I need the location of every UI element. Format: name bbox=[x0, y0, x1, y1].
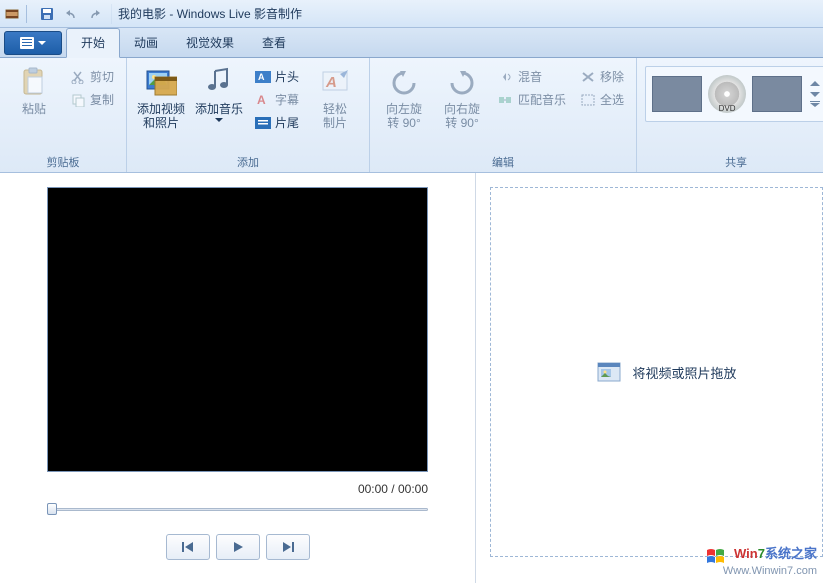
add-media-icon bbox=[145, 66, 177, 98]
group-edit: 向左旋 转 90° 向右旋 转 90° 混音 匹配音乐 移除 bbox=[370, 58, 637, 172]
mix-icon bbox=[498, 69, 514, 85]
content-area: 00:00 / 00:00 将视频或照片拖放 bbox=[0, 173, 823, 583]
watermark: Win7系统之家 Www.Winwin7.com bbox=[706, 546, 817, 579]
copy-icon bbox=[70, 92, 86, 108]
mix-button[interactable]: 混音 bbox=[494, 66, 570, 87]
copy-button[interactable]: 复制 bbox=[66, 89, 118, 110]
cut-button[interactable]: 剪切 bbox=[66, 66, 118, 87]
tab-view[interactable]: 查看 bbox=[248, 29, 300, 57]
add-music-icon bbox=[203, 66, 235, 98]
app-menu-button[interactable] bbox=[4, 31, 62, 55]
next-frame-button[interactable] bbox=[266, 534, 310, 560]
group-label-share: 共享 bbox=[645, 152, 823, 170]
caption-label: 字幕 bbox=[275, 91, 299, 108]
seek-track bbox=[47, 508, 428, 511]
rotate-left-label: 向左旋 转 90° bbox=[386, 102, 422, 130]
scroll-up-icon[interactable] bbox=[810, 81, 820, 87]
remove-icon bbox=[580, 69, 596, 85]
title-icon: A bbox=[255, 69, 271, 85]
preview-pane: 00:00 / 00:00 bbox=[0, 173, 475, 583]
easy-movie-icon: A bbox=[319, 66, 351, 98]
svg-text:A: A bbox=[325, 74, 337, 91]
fit-music-icon bbox=[498, 92, 514, 108]
copy-label: 复制 bbox=[90, 91, 114, 108]
title-button[interactable]: A 片头 bbox=[251, 66, 303, 87]
paste-icon bbox=[18, 66, 50, 98]
titlebar: 我的电影 - Windows Live 影音制作 bbox=[0, 0, 823, 28]
rotate-right-label: 向右旋 转 90° bbox=[444, 102, 480, 130]
play-button[interactable] bbox=[216, 534, 260, 560]
easy-movie-button[interactable]: A 轻松 制片 bbox=[309, 62, 361, 130]
chevron-down-icon bbox=[38, 41, 46, 46]
select-all-button[interactable]: 全选 bbox=[576, 89, 628, 110]
expand-gallery-icon[interactable] bbox=[810, 101, 820, 107]
tab-animation[interactable]: 动画 bbox=[120, 29, 172, 57]
rotate-left-icon bbox=[388, 66, 420, 98]
paste-label: 粘贴 bbox=[22, 102, 46, 116]
remove-button[interactable]: 移除 bbox=[576, 66, 628, 87]
add-music-label: 添加音乐 bbox=[195, 102, 243, 116]
drop-area[interactable]: 将视频或照片拖放 bbox=[490, 187, 823, 557]
tab-start[interactable]: 开始 bbox=[66, 28, 120, 58]
undo-icon[interactable] bbox=[61, 4, 81, 24]
credits-icon bbox=[255, 115, 271, 131]
tab-visual-effects[interactable]: 视觉效果 bbox=[172, 29, 248, 57]
share-monitor2-icon bbox=[752, 76, 802, 112]
cut-label: 剪切 bbox=[90, 68, 114, 85]
rotate-right-icon bbox=[446, 66, 478, 98]
menu-icon bbox=[20, 37, 34, 49]
share-monitor-icon bbox=[652, 76, 702, 112]
title-label: 片头 bbox=[275, 68, 299, 85]
separator bbox=[26, 5, 27, 23]
playback-controls bbox=[166, 534, 310, 560]
redo-icon[interactable] bbox=[85, 4, 105, 24]
ribbon-tabs: 开始 动画 视觉效果 查看 bbox=[0, 28, 823, 58]
share-gallery[interactable]: DVD bbox=[645, 66, 823, 122]
group-label-clipboard: 剪贴板 bbox=[8, 152, 118, 170]
add-media-button[interactable]: 添加视频 和照片 bbox=[135, 62, 187, 130]
share-dvd-icon: DVD bbox=[708, 75, 746, 113]
remove-label: 移除 bbox=[600, 68, 624, 85]
scroll-down-icon[interactable] bbox=[810, 91, 820, 97]
group-label-add: 添加 bbox=[135, 152, 361, 170]
save-icon[interactable] bbox=[37, 4, 57, 24]
mix-label: 混音 bbox=[518, 68, 542, 85]
credits-label: 片尾 bbox=[275, 114, 299, 131]
group-label-edit: 编辑 bbox=[378, 152, 628, 170]
credits-button[interactable]: 片尾 bbox=[251, 112, 303, 133]
paste-button[interactable]: 粘贴 bbox=[8, 62, 60, 116]
rotate-left-button[interactable]: 向左旋 转 90° bbox=[378, 62, 430, 130]
svg-text:A: A bbox=[258, 72, 265, 82]
svg-text:A: A bbox=[257, 93, 266, 107]
storyboard-pane: 将视频或照片拖放 bbox=[475, 173, 823, 583]
quick-access-toolbar bbox=[31, 4, 112, 24]
rotate-right-button[interactable]: 向右旋 转 90° bbox=[436, 62, 488, 130]
fit-music-button[interactable]: 匹配音乐 bbox=[494, 89, 570, 110]
fit-music-label: 匹配音乐 bbox=[518, 91, 566, 108]
prev-frame-button[interactable] bbox=[166, 534, 210, 560]
window-title: 我的电影 - Windows Live 影音制作 bbox=[118, 5, 302, 22]
seek-thumb[interactable] bbox=[47, 503, 57, 515]
caption-icon: A bbox=[255, 92, 271, 108]
seek-slider[interactable] bbox=[47, 502, 428, 516]
select-all-label: 全选 bbox=[600, 91, 624, 108]
video-preview bbox=[47, 187, 428, 472]
app-icon bbox=[4, 6, 20, 22]
media-clip-icon bbox=[596, 361, 622, 383]
add-music-button[interactable]: 添加音乐 bbox=[193, 62, 245, 122]
ribbon: 粘贴 剪切 复制 剪贴板 添加视频 和照片 bbox=[0, 58, 823, 173]
caption-button[interactable]: A 字幕 bbox=[251, 89, 303, 110]
add-media-label: 添加视频 和照片 bbox=[137, 102, 185, 130]
group-share: DVD 共享 bbox=[637, 58, 823, 172]
drop-hint-text: 将视频或照片拖放 bbox=[632, 363, 736, 382]
cut-icon bbox=[70, 69, 86, 85]
group-add: 添加视频 和照片 添加音乐 A 片头 A 字幕 片尾 bbox=[127, 58, 370, 172]
windows-flag-icon bbox=[706, 547, 728, 563]
group-clipboard: 粘贴 剪切 复制 剪贴板 bbox=[0, 58, 127, 172]
time-display: 00:00 / 00:00 bbox=[47, 482, 428, 496]
chevron-down-icon bbox=[215, 118, 223, 122]
easy-movie-label: 轻松 制片 bbox=[323, 102, 347, 130]
select-all-icon bbox=[580, 92, 596, 108]
